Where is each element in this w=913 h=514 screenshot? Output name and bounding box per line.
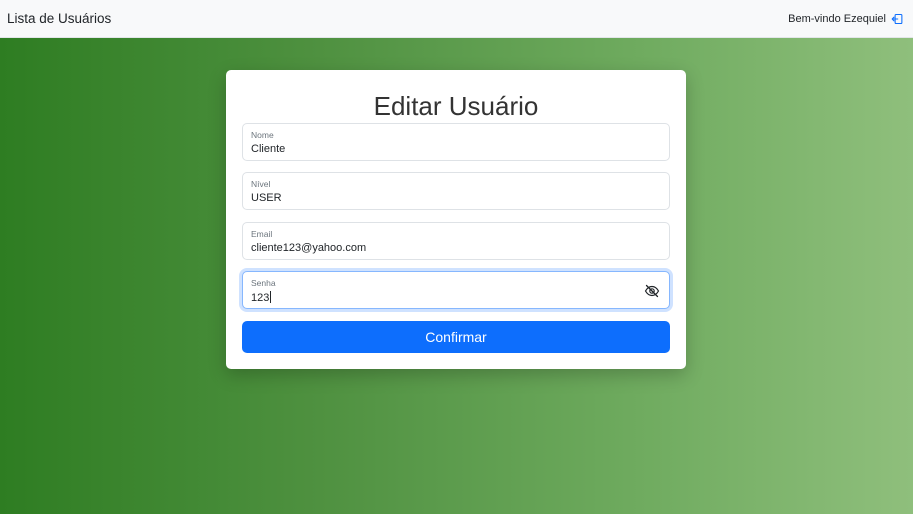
navbar-brand[interactable]: Lista de Usuários	[7, 11, 111, 26]
level-field[interactable]: Nível USER	[242, 172, 670, 210]
name-field-value: Cliente	[251, 143, 286, 155]
email-field[interactable]: Email cliente123@yahoo.com	[242, 222, 670, 260]
password-field-label: Senha	[251, 278, 276, 288]
email-field-label: Email	[251, 229, 273, 239]
level-field-value: USER	[251, 192, 282, 204]
name-field[interactable]: Nome Cliente	[242, 123, 670, 161]
name-field-label: Nome	[251, 130, 274, 140]
password-field[interactable]: Senha 123	[242, 271, 670, 309]
confirm-button[interactable]: Confirmar	[242, 321, 670, 353]
password-field-value: 123	[251, 292, 270, 304]
password-field-value-wrap: 123	[251, 291, 272, 304]
edit-user-card: Editar Usuário Nome Cliente Nível USER E…	[226, 70, 686, 369]
logout-icon[interactable]	[891, 13, 903, 25]
form-title: Editar Usuário	[373, 91, 539, 121]
navbar: Lista de Usuários Bem-vindo Ezequiel	[0, 0, 913, 38]
welcome-area: Bem-vindo Ezequiel	[788, 13, 903, 25]
level-field-label: Nível	[251, 179, 271, 189]
welcome-text: Bem-vindo Ezequiel	[788, 12, 886, 25]
eye-slash-icon[interactable]	[644, 283, 660, 299]
email-field-value: cliente123@yahoo.com	[251, 242, 367, 254]
text-caret	[270, 291, 272, 303]
